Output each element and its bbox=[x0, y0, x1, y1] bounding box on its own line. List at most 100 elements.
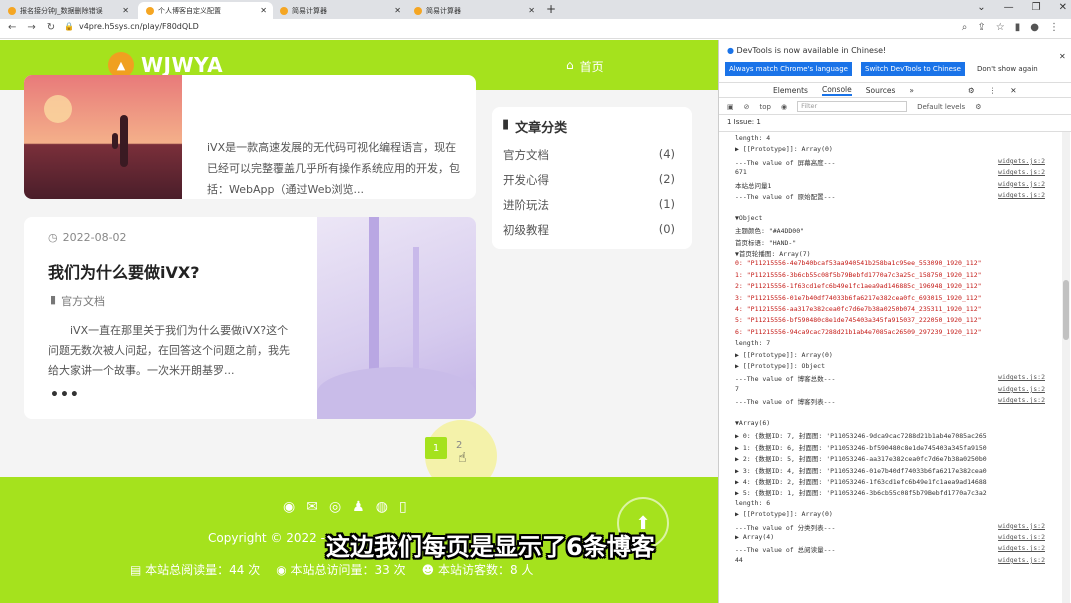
console-line: ▶ 1: {数据ID: 6, 封面图: 'P11053246-bf590480c… bbox=[719, 442, 1059, 452]
settings-icon[interactable]: ⚙ bbox=[975, 103, 981, 111]
forward-icon[interactable]: → bbox=[27, 22, 35, 33]
address-bar-actions: ⌕ ⇪ ☆ ▮ ● ⋮ bbox=[962, 22, 1059, 33]
reload-icon[interactable]: ↻ bbox=[47, 22, 55, 33]
close-icon[interactable]: ✕ bbox=[528, 6, 535, 15]
match-language-button[interactable]: Always match Chrome's language bbox=[725, 62, 852, 76]
blog-excerpt: iVX一直在那里关于我们为什么要做iVX?这个问题无数次被人问起，在回答这个问题… bbox=[48, 324, 290, 377]
menu-icon[interactable]: ⋮ bbox=[989, 86, 997, 95]
close-icon[interactable]: ✕ bbox=[394, 6, 401, 15]
zoom-icon[interactable]: ⌕ bbox=[962, 22, 968, 33]
console-source-link[interactable]: widgets.js:2 bbox=[998, 373, 1045, 381]
scrollbar-thumb[interactable] bbox=[1063, 280, 1069, 340]
console-toolbar: ▣ ⊘ top ◉ Filter Default levels ⚙ bbox=[719, 99, 1071, 115]
blog-cover-image[interactable] bbox=[317, 217, 476, 419]
sidebar-item-category[interactable]: 官方文档 (4) bbox=[503, 147, 675, 163]
issues-bar[interactable]: 1 Issue: 1 bbox=[719, 118, 1071, 132]
console-source-link[interactable]: widgets.js:2 bbox=[998, 385, 1045, 393]
sidebar-item-category[interactable]: 进阶玩法 (1) bbox=[503, 197, 675, 213]
more-tabs-icon[interactable]: » bbox=[909, 86, 914, 95]
console-source-link[interactable]: widgets.js:2 bbox=[998, 180, 1045, 188]
blog-title[interactable]: 我们为什么要做iVX? bbox=[48, 259, 200, 283]
menu-icon[interactable]: ⋮ bbox=[1049, 22, 1059, 33]
console-source-link[interactable]: widgets.js:2 bbox=[998, 533, 1045, 541]
qq-icon[interactable]: ♟ bbox=[352, 499, 365, 515]
blog-cover-image[interactable] bbox=[24, 75, 182, 199]
page-button-1[interactable]: 1 bbox=[425, 437, 447, 459]
console-source-link[interactable]: widgets.js:2 bbox=[998, 396, 1045, 404]
browser-tab-active[interactable]: 个人博客自定义配置 ✕ bbox=[138, 2, 273, 19]
console-line-text: 1: "P11215556-3b6cb55c08f5b79Bebfd1770a7… bbox=[735, 270, 982, 279]
log-levels-select[interactable]: Default levels bbox=[917, 103, 965, 111]
switch-chinese-button[interactable]: Switch DevTools to Chinese bbox=[861, 62, 965, 76]
wechat-icon[interactable]: ◎ bbox=[329, 499, 341, 515]
context-select[interactable]: top bbox=[760, 103, 771, 111]
github-icon[interactable]: ◉ bbox=[283, 499, 295, 515]
close-icon[interactable]: ✕ bbox=[122, 6, 129, 15]
copyright-text: Copyright © 2022 - bbox=[208, 531, 325, 545]
more-icon[interactable]: ••• bbox=[50, 387, 80, 403]
weibo-icon[interactable]: ◍ bbox=[376, 499, 388, 515]
dont-show-again-button[interactable]: Don't show again bbox=[973, 62, 1042, 76]
sidebar-item-category[interactable]: 开发心得 (2) bbox=[503, 172, 675, 188]
console-source-link[interactable]: widgets.js:2 bbox=[998, 168, 1045, 176]
console-line-text: ▶ 0: {数据ID: 7, 封面图: 'P11053246-9dca9cac7… bbox=[735, 432, 987, 441]
lock-icon: 🔒 bbox=[64, 22, 74, 31]
close-icon[interactable]: ✕ bbox=[260, 6, 267, 15]
console-line: ---The value of 原始配置--- widgets.js:2 bbox=[719, 191, 1059, 201]
console-line-text: 首页标语: "HAND-" bbox=[735, 238, 797, 247]
minimize-icon[interactable]: — bbox=[1004, 2, 1014, 13]
tab-favicon-icon bbox=[280, 6, 288, 15]
url-field[interactable]: 🔒 v4pre.h5sys.cn/play/F80dQLD bbox=[64, 22, 199, 31]
filter-input[interactable]: Filter bbox=[797, 101, 908, 112]
close-icon[interactable]: ✕ bbox=[1059, 52, 1066, 61]
profile-icon[interactable]: ● bbox=[1030, 22, 1039, 33]
new-tab-icon[interactable]: + bbox=[546, 2, 556, 16]
console-line: 3: "P11215556-01e7b40df74033b6fa6217e382… bbox=[719, 294, 1059, 302]
home-icon: ⌂ bbox=[566, 58, 574, 72]
console-line: ▶ 4: {数据ID: 2, 封面图: 'P11053246-1f63cd1ef… bbox=[719, 476, 1059, 486]
tab-elements[interactable]: Elements bbox=[773, 86, 808, 95]
close-icon[interactable]: ✕ bbox=[1059, 2, 1067, 13]
settings-icon[interactable]: ⚙ bbox=[968, 86, 975, 95]
social-links: ◉ ✉ ◎ ♟ ◍ ▯ bbox=[283, 499, 407, 515]
browser-tab[interactable]: 报名接分钟J_数据删除错误 ✕ bbox=[0, 2, 135, 19]
console-source-link[interactable]: widgets.js:2 bbox=[998, 157, 1045, 165]
console-line-text: ▶ [[Prototype]]: Array(0) bbox=[735, 350, 833, 359]
browser-tab[interactable]: 简易计算器 ✕ bbox=[272, 2, 407, 19]
blog-card[interactable]: iVX是一款高速发展的无代码可视化编程语言，现在已经可以完整覆盖几乎所有操作系统… bbox=[24, 75, 476, 199]
close-icon[interactable]: ✕ bbox=[1010, 86, 1016, 95]
visitor-count: ☻ 本站访客数：8 人 bbox=[421, 563, 534, 577]
clear-console-icon[interactable]: ⊘ bbox=[744, 103, 750, 111]
email-icon[interactable]: ✉ bbox=[306, 499, 318, 515]
console-line: ▼Array(6) bbox=[719, 419, 1059, 427]
sidebar-item-category[interactable]: 初级教程 (0) bbox=[503, 222, 675, 238]
console-line: 2: "P11215556-1f63cd1efc6b49e1fc1aea9ad1… bbox=[719, 282, 1059, 290]
maximize-icon[interactable]: ❐ bbox=[1032, 2, 1041, 13]
share-icon[interactable]: ⇪ bbox=[977, 22, 985, 33]
blog-category[interactable]: ▮ 官方文档 bbox=[50, 293, 105, 309]
console-line: 5: "P11215556-bf590480c8e1de745403a345fa… bbox=[719, 316, 1059, 324]
sidebar-icon[interactable]: ▮ bbox=[1015, 22, 1021, 33]
cover-hill bbox=[317, 367, 476, 419]
console-line-text: ▶ 5: {数据ID: 1, 封面图: 'P11053246-3b6cb55c0… bbox=[735, 489, 987, 498]
browser-tab[interactable]: 简易计算器 ✕ bbox=[406, 2, 541, 19]
phone-icon[interactable]: ▯ bbox=[399, 499, 407, 515]
site-stats: ▤ 本站总阅读量：44 次 ◉ 本站总访问量：33 次 ☻ 本站访客数：8 人 bbox=[130, 561, 533, 578]
bookmark-star-icon[interactable]: ☆ bbox=[996, 22, 1005, 33]
brand-name[interactable]: WJWYA bbox=[141, 53, 223, 77]
nav-home-link[interactable]: ⌂ 首页 bbox=[566, 58, 604, 75]
scrollbar[interactable] bbox=[1062, 132, 1070, 603]
console-source-link[interactable]: widgets.js:2 bbox=[998, 544, 1045, 552]
tab-console[interactable]: Console bbox=[821, 85, 852, 96]
tab-sources[interactable]: Sources bbox=[866, 86, 896, 95]
chevron-down-icon[interactable]: ⌄ bbox=[977, 2, 985, 13]
console-source-link[interactable]: widgets.js:2 bbox=[998, 191, 1045, 199]
blog-excerpt: iVX是一款高速发展的无代码可视化编程语言，现在已经可以完整覆盖几乎所有操作系统… bbox=[207, 141, 460, 196]
sidebar-toggle-icon[interactable]: ▣ bbox=[727, 103, 734, 111]
back-icon[interactable]: ← bbox=[8, 22, 16, 33]
console-source-link[interactable]: widgets.js:2 bbox=[998, 556, 1045, 564]
blog-card[interactable]: ◷ 2022-08-02 我们为什么要做iVX? ▮ 官方文档 iVX一直在那里关于… bbox=[24, 217, 476, 419]
console-line-text: 5: "P11215556-bf590480c8e1de745403a345fa… bbox=[735, 316, 982, 325]
console-source-link[interactable]: widgets.js:2 bbox=[998, 522, 1045, 530]
eye-icon[interactable]: ◉ bbox=[781, 103, 787, 111]
